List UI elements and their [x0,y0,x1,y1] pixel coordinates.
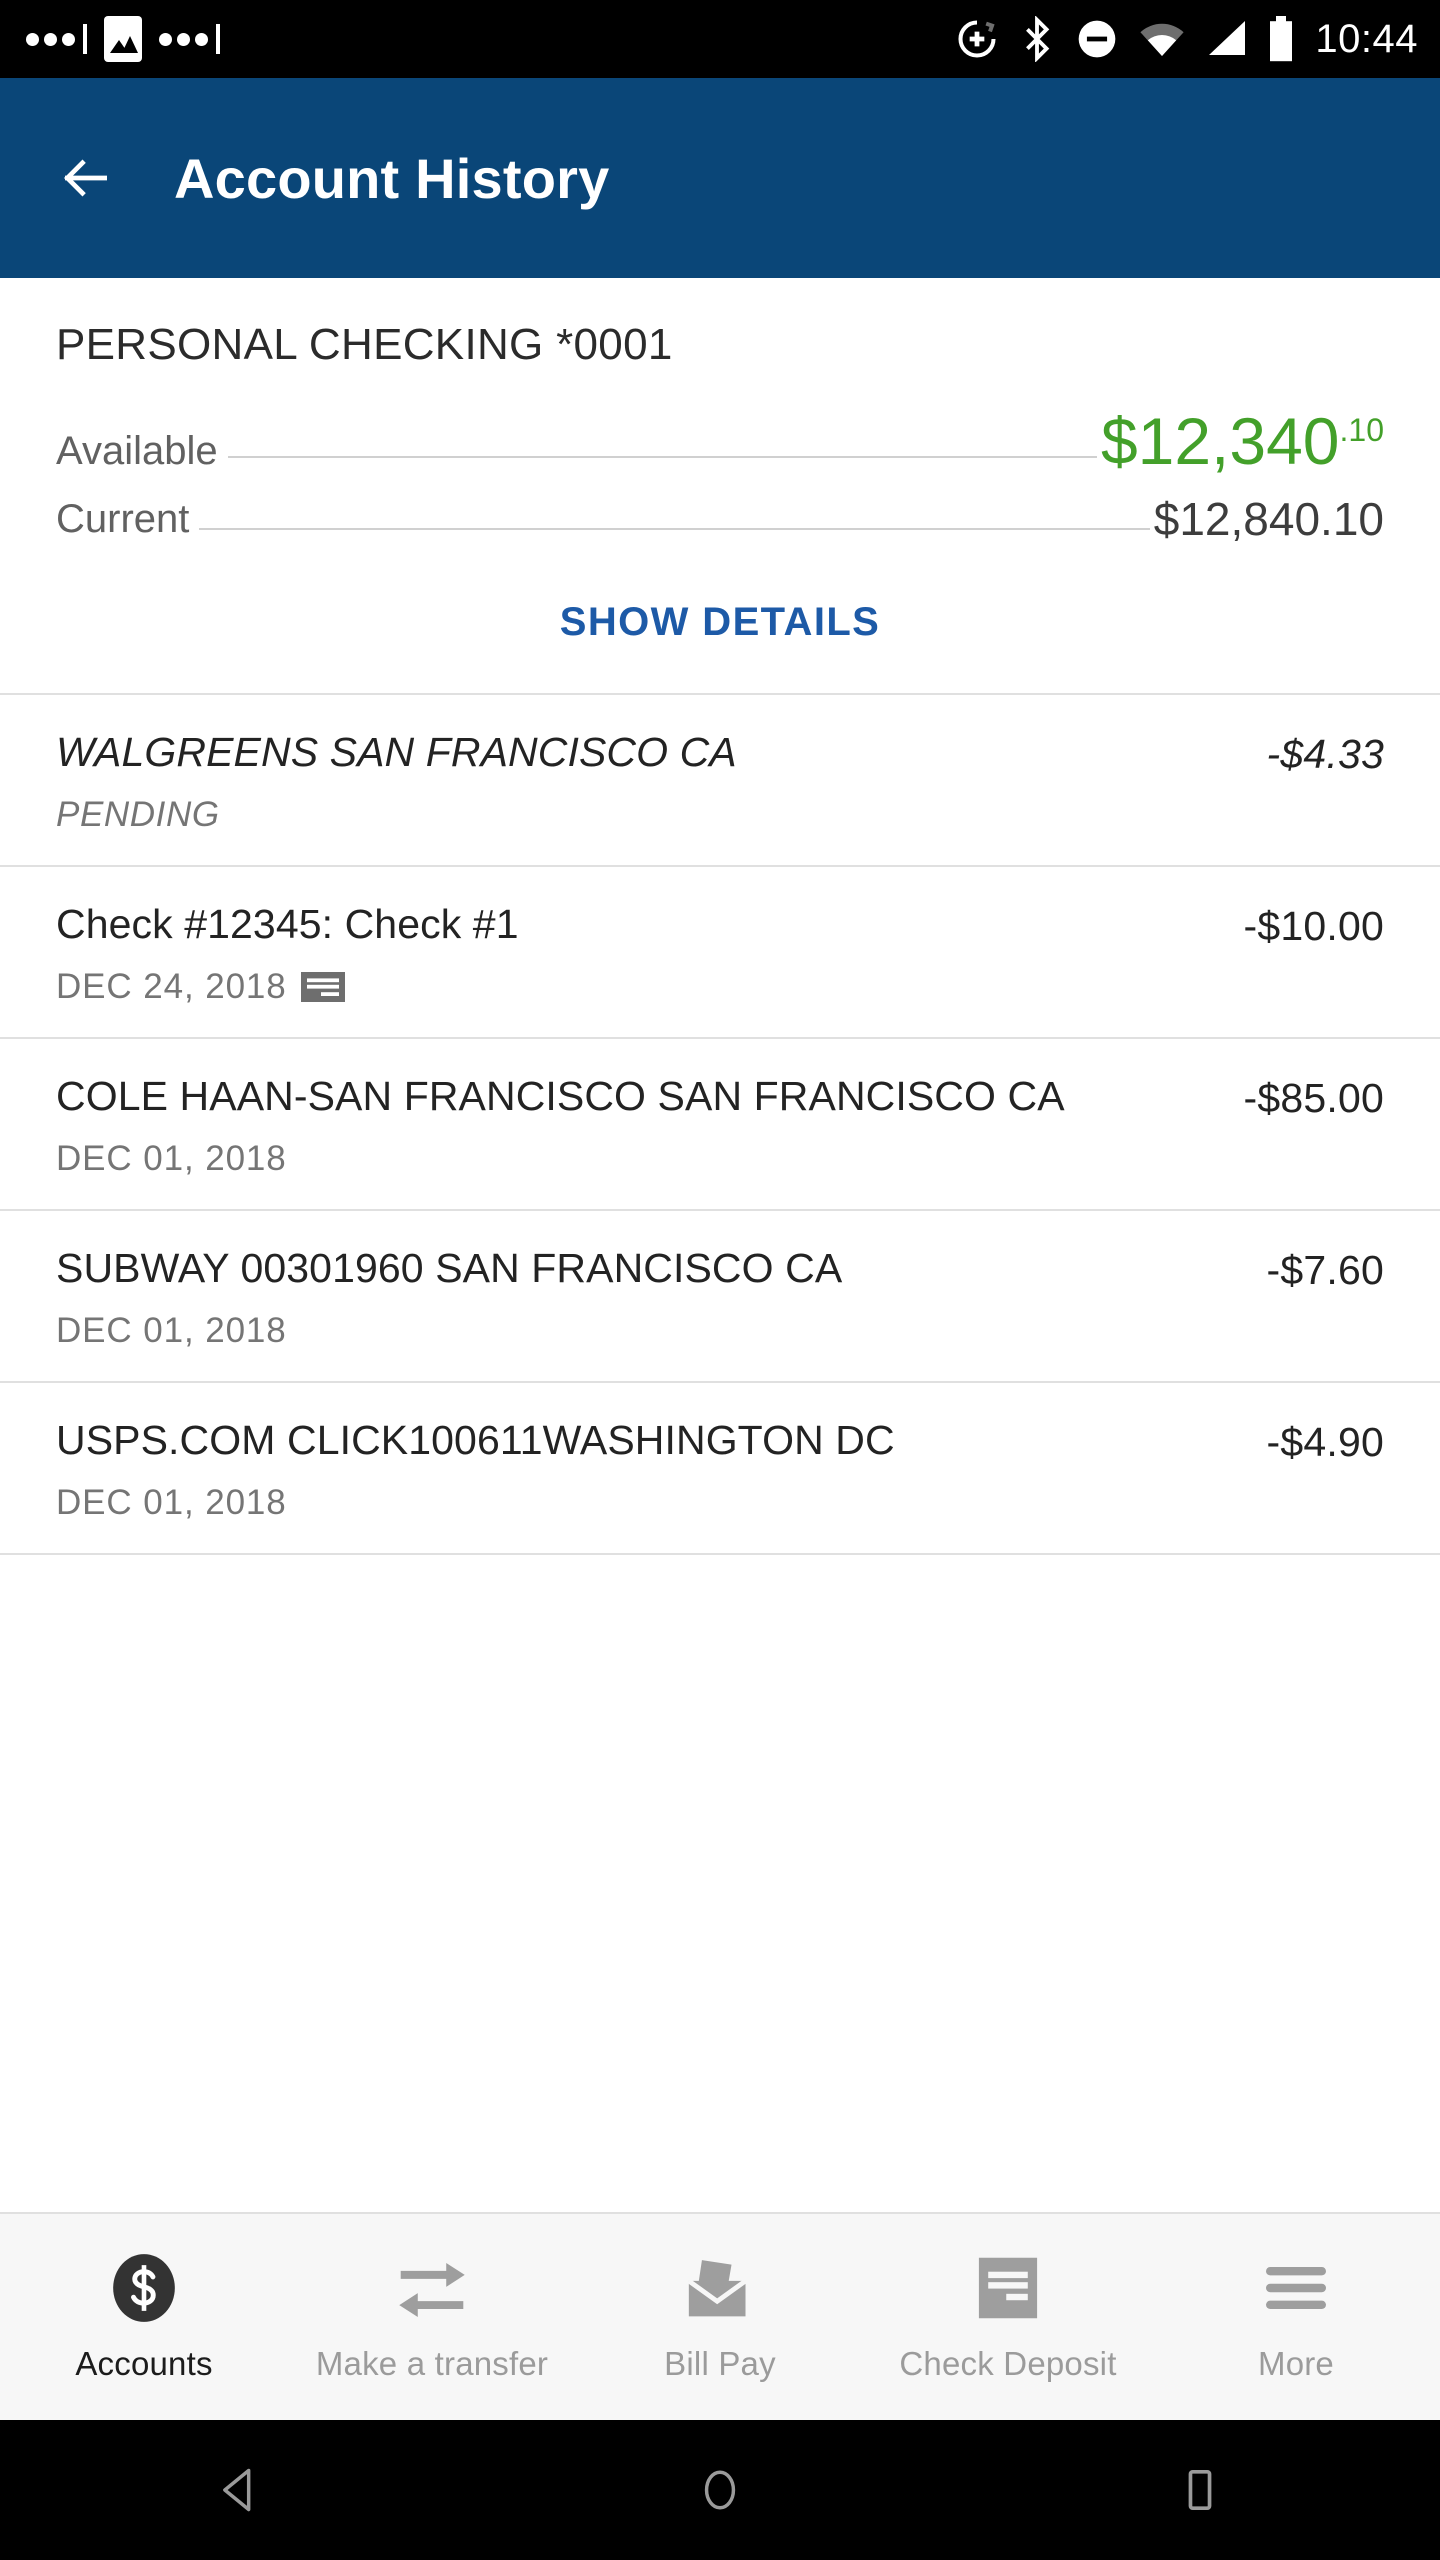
transaction-subtitle: DEC 01, 2018 [56,1311,1237,1351]
nav-item-bill-pay[interactable]: Bill Pay [576,2251,864,2383]
page-title: Account History [174,146,610,210]
transfer-arrows-icon [395,2251,469,2325]
nav-item-accounts[interactable]: Accounts [0,2251,288,2383]
dots-indicator-icon [26,24,87,54]
transaction-date-or-status: PENDING [56,794,220,834]
transaction-row[interactable]: USPS.COM CLICK100611WASHINGTON DC DEC 01,… [0,1383,1440,1555]
cellular-signal-icon [1209,21,1246,55]
hamburger-menu-icon [1266,2267,1326,2309]
transaction-date-or-status: DEC 01, 2018 [56,1138,287,1178]
photo-icon [104,16,142,62]
transaction-subtitle: DEC 01, 2018 [56,1483,1237,1523]
status-bar-left-icons [26,16,220,62]
leader-line [199,528,1150,530]
transaction-details: Check #12345: Check #1 DEC 24, 2018 [56,901,1214,1007]
transaction-description: USPS.COM CLICK100611WASHINGTON DC [56,1416,895,1463]
nav-item-label: Bill Pay [664,2345,776,2382]
transaction-description: WALGREENS SAN FRANCISCO CA [56,729,737,775]
bluetooth-icon [1026,16,1050,62]
transaction-description: COLE HAAN-SAN FRANCISCO SAN FRANCISCO CA [56,1072,1065,1119]
transaction-amount: -$85.00 [1243,1074,1384,1121]
dollar-circle-icon [113,2254,175,2322]
battery-icon [1270,16,1293,62]
current-label: Current [56,497,190,541]
transaction-date-or-status: DEC 01, 2018 [56,1310,287,1350]
show-details-button[interactable]: SHOW DETAILS [56,542,1384,693]
bottom-navigation: Accounts Make a transfer Bill Pay Check Dep… [0,2212,1440,2420]
transaction-amount: -$4.33 [1266,731,1384,777]
check-deposit-icon [976,2251,1040,2325]
transaction-date-or-status: DEC 01, 2018 [56,1482,287,1522]
phone-screen: 10:44 Account History PERSONAL CHECKING … [0,0,1440,2560]
nav-item-label: Accounts [75,2345,213,2382]
android-recents-button[interactable] [1140,2464,1260,2516]
account-name: PERSONAL CHECKING *0001 [56,320,673,369]
transaction-details: COLE HAAN-SAN FRANCISCO SAN FRANCISCO CA… [56,1073,1214,1179]
available-dollars: $12,340 [1100,404,1340,478]
available-balance-row: Available $12,340.10 [56,408,1384,474]
available-label: Available [56,429,218,473]
android-home-button[interactable] [660,2464,780,2516]
nav-item-more[interactable]: More [1152,2251,1440,2383]
transaction-details: WALGREENS SAN FRANCISCO CA PENDING [56,729,1237,835]
available-cents: .10 [1339,412,1384,448]
hamburger-menu-icon [1263,2251,1329,2325]
transaction-amount: -$4.90 [1266,1418,1384,1465]
dollar-circle-icon [107,2251,181,2325]
status-bar-clock: 10:44 [1315,17,1418,61]
available-amount: $12,340.10 [1101,408,1384,474]
android-back-button[interactable] [180,2464,300,2516]
check-deposit-icon [978,2257,1038,2319]
transfer-arrows-icon [399,2262,465,2318]
status-bar-right-icons: 10:44 [955,16,1418,62]
transaction-row[interactable]: SUBWAY 00301960 SAN FRANCISCO CA DEC 01, … [0,1211,1440,1383]
transaction-row[interactable]: COLE HAAN-SAN FRANCISCO SAN FRANCISCO CA… [0,1039,1440,1211]
transaction-details: SUBWAY 00301960 SAN FRANCISCO CA DEC 01, … [56,1245,1237,1351]
transaction-description: Check #12345: Check #1 [56,900,519,947]
app-bar: Account History [0,78,1440,278]
transaction-row[interactable]: Check #12345: Check #1 DEC 24, 2018 -$10.0… [0,867,1440,1039]
status-bar: 10:44 [0,0,1440,78]
transaction-list: WALGREENS SAN FRANCISCO CA PENDING -$4.33 C… [0,693,1440,1555]
android-back-icon [223,2468,251,2512]
transaction-subtitle: DEC 01, 2018 [56,1139,1214,1179]
wifi-icon [1140,23,1184,56]
transaction-details: USPS.COM CLICK100611WASHINGTON DC DEC 01,… [56,1417,1237,1523]
android-system-nav [0,2420,1440,2560]
account-summary: PERSONAL CHECKING *0001 Available $12,34… [0,278,1440,693]
nav-item-label: More [1258,2345,1334,2382]
alarm-add-icon [958,20,996,58]
android-home-icon [704,2470,736,2510]
current-balance-row: Current $12,840.10 [56,496,1384,542]
nav-item-check-deposit[interactable]: Check Deposit [864,2251,1152,2383]
dots-indicator-icon [159,24,220,54]
transaction-description: SUBWAY 00301960 SAN FRANCISCO CA [56,1244,843,1291]
envelope-bill-icon [687,2260,747,2317]
nav-item-label: Check Deposit [899,2345,1117,2382]
current-amount: $12,840.10 [1153,493,1384,545]
leader-line [227,456,1097,458]
transaction-amount: -$7.60 [1266,1246,1384,1293]
envelope-bill-icon [683,2251,757,2325]
check-image-icon[interactable] [300,971,345,1002]
transaction-date-or-status: DEC 24, 2018 [56,966,287,1006]
nav-item-label: Make a transfer [315,2345,549,2382]
transaction-row[interactable]: WALGREENS SAN FRANCISCO CA PENDING -$4.33 [0,695,1440,867]
do-not-disturb-icon [1079,20,1116,58]
android-recents-icon [1188,2469,1212,2511]
transaction-amount: -$10.00 [1243,902,1384,949]
nav-item-make-a-transfer[interactable]: Make a transfer [288,2251,576,2383]
transaction-subtitle: DEC 24, 2018 [56,967,1214,1007]
back-arrow-icon[interactable] [58,150,114,206]
transaction-subtitle: PENDING [56,795,1237,835]
